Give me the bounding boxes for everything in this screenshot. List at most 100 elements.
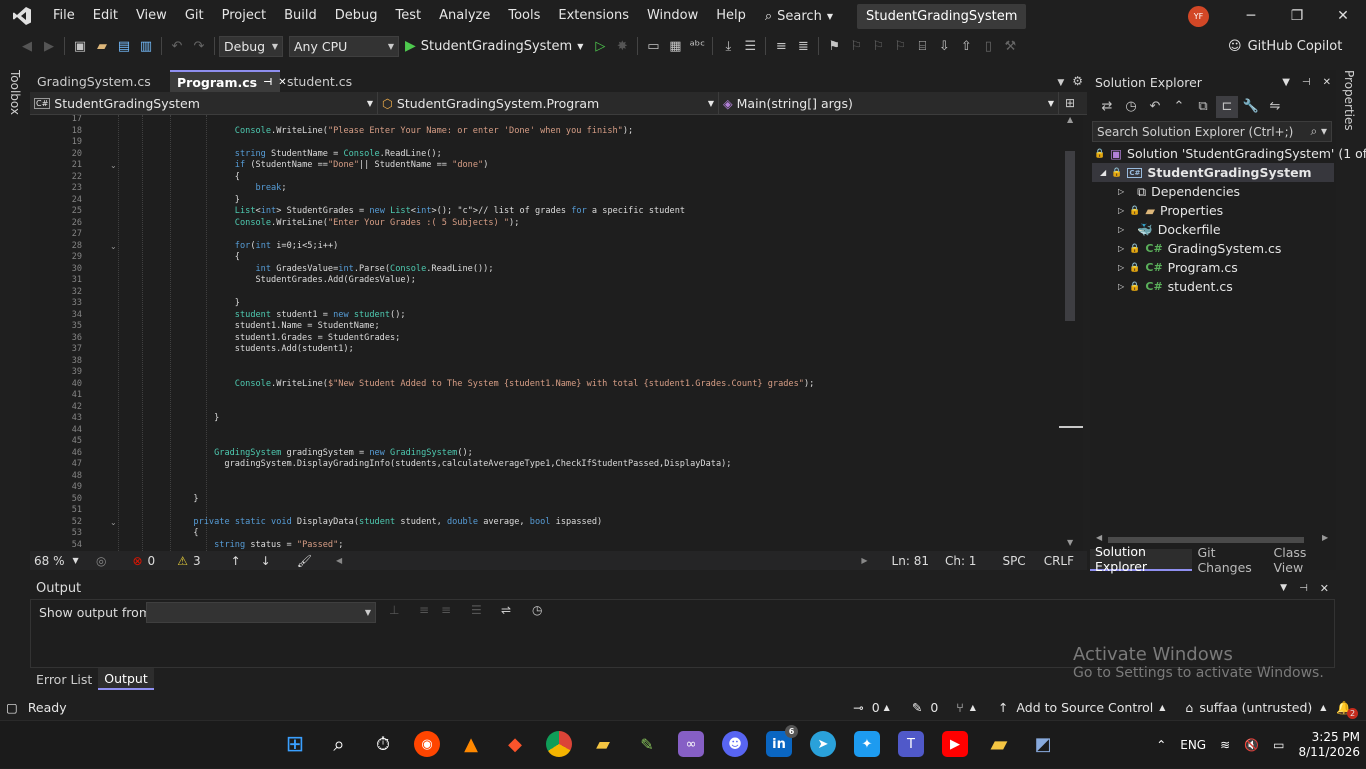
chrome-icon[interactable] (546, 731, 572, 757)
line-ending-indicator[interactable]: CRLF (1044, 554, 1074, 568)
close-icon[interactable]: ✕ (1320, 0, 1366, 32)
teams-icon[interactable]: T (898, 731, 924, 757)
notification-icon[interactable]: 🔔 2 (1336, 700, 1358, 719)
fold-chevron-icon[interactable]: ⌄ (110, 242, 117, 251)
menu-project[interactable]: Project (213, 0, 275, 32)
pin-icon[interactable]: ⊣ (1299, 583, 1308, 594)
timestamp-icon[interactable]: ◷ (532, 603, 542, 617)
history-icon[interactable]: ◷ (1120, 96, 1142, 118)
folder-icon[interactable]: ▭ (642, 35, 664, 57)
source-control-icon[interactable]: ↑ (998, 700, 1008, 715)
fold-chevron-icon[interactable]: ⌄ (110, 161, 117, 170)
minimize-icon[interactable]: ─ (1228, 0, 1274, 32)
visual-studio-icon[interactable]: ∞ (678, 731, 704, 757)
add-to-source-control[interactable]: Add to Source Control (1016, 700, 1153, 715)
tab-class-view[interactable]: Class View (1269, 545, 1337, 575)
previous-issue-icon[interactable]: ↑ (231, 554, 241, 568)
deploy-icon[interactable]: ⇩ (933, 35, 955, 57)
linkedin-icon[interactable]: in 6 (766, 725, 798, 757)
output-source-select[interactable]: ▼ (146, 602, 376, 623)
scroll-up-icon[interactable]: ▲ (1067, 115, 1073, 124)
tab-solution-explorer[interactable]: Solution Explorer (1090, 544, 1193, 574)
github-copilot-button[interactable]: ☺ GitHub Copilot (1228, 32, 1342, 60)
repo-label[interactable]: suffaa (untrusted) (1199, 700, 1312, 715)
chevron-up-icon[interactable]: ▲ (1159, 703, 1165, 712)
clock[interactable]: 3:25 PM 8/11/2026 (1298, 730, 1360, 760)
sync-icon[interactable]: ⇄ (1096, 96, 1118, 118)
error-icon[interactable]: ⊗ (132, 554, 142, 568)
tab-dropdown-icon[interactable]: ▼ (1053, 74, 1068, 92)
close-icon[interactable]: ✕ (1320, 582, 1329, 595)
tree-item-dockerfile[interactable]: ▷ 🐳 Dockerfile (1118, 220, 1221, 239)
solution-search-input[interactable]: Search Solution Explorer (Ctrl+;) ⌕ ▾ (1092, 121, 1332, 142)
file-icon[interactable]: ▯ (977, 35, 999, 57)
save-all-icon[interactable]: ▥ (135, 35, 157, 57)
prev-bookmark-icon[interactable]: ⚐ (845, 35, 867, 57)
layout-icon[interactable]: ▦ (664, 35, 686, 57)
scroll-left-icon[interactable]: ◀ (336, 556, 342, 565)
start-without-debugging-icon[interactable]: ▷ (589, 35, 611, 57)
configuration-select[interactable]: Debug ▼ (219, 35, 283, 57)
menu-help[interactable]: Help (707, 0, 755, 32)
find-message-icon[interactable]: ⊥ (389, 603, 399, 617)
language-indicator[interactable]: ENG (1180, 738, 1206, 752)
solution-node[interactable]: 🔒 ▣ Solution 'StudentGradingSystem' (1 o… (1094, 144, 1366, 163)
clear-all-icon[interactable]: ☰ (471, 603, 482, 617)
publish-icon[interactable]: ⇧ (955, 35, 977, 57)
chevron-up-icon[interactable]: ▲ (884, 703, 890, 712)
properties-icon[interactable]: 🔧 (1240, 96, 1262, 118)
chevron-down-icon[interactable]: ▼ (1282, 77, 1290, 88)
redo-icon[interactable]: ↷ (188, 35, 210, 57)
branch-icon[interactable]: ⑂ (956, 700, 964, 715)
member-select[interactable]: ◈ Main(string[] args) ▼ (719, 91, 1059, 115)
word-wrap-icon[interactable]: ⇌ (501, 603, 511, 617)
back-icon[interactable]: ◀ (16, 35, 38, 57)
menu-git[interactable]: Git (176, 0, 213, 32)
chevron-down-icon[interactable]: ▼ (1280, 583, 1287, 593)
fold-chevron-icon[interactable]: ⌄ (110, 518, 117, 527)
tab-program[interactable]: Program.cs ⊣ ✕ (170, 70, 287, 92)
settings-icon[interactable]: ⚙ (1068, 70, 1087, 92)
comment-icon[interactable]: ≡ (770, 35, 792, 57)
code-cleanup-icon[interactable]: 🖌 (297, 554, 312, 568)
discord-icon[interactable]: ☻ (722, 731, 748, 757)
wifi-icon[interactable]: ≋ (1220, 738, 1230, 752)
tab-git-changes[interactable]: Git Changes (1192, 545, 1268, 575)
scroll-left-icon[interactable]: ◀ (1096, 533, 1102, 542)
line-indicator[interactable]: Ln: 81 (892, 554, 929, 568)
tab-error-list[interactable]: Error List (30, 668, 98, 690)
previous-message-icon[interactable]: ≡ (419, 603, 429, 617)
commits-count[interactable]: 0 (872, 700, 880, 715)
notepad-icon[interactable]: ✎ (634, 731, 660, 757)
menu-file[interactable]: File (44, 0, 84, 32)
new-project-icon[interactable]: ▣ (69, 35, 91, 57)
tree-item-program[interactable]: ▷ 🔒 C# Program.cs (1118, 258, 1238, 277)
tree-item-gradingsystem[interactable]: ▷ 🔒 C# GradingSystem.cs (1118, 239, 1281, 258)
pencil-icon[interactable]: ✎ (912, 700, 922, 715)
menu-window[interactable]: Window (638, 0, 707, 32)
warning-count[interactable]: 3 (193, 554, 201, 568)
chevron-up-icon[interactable]: ▲ (1320, 703, 1326, 712)
menu-test[interactable]: Test (387, 0, 431, 32)
properties-tab[interactable]: Properties (1342, 70, 1356, 131)
volume-muted-icon[interactable]: 🔇 (1244, 738, 1259, 752)
editor-scrollbar[interactable]: ▲ ▼ (1059, 115, 1083, 551)
menu-tools[interactable]: Tools (499, 0, 549, 32)
open-folder-icon[interactable]: ▰ (91, 35, 113, 57)
bookmark-icon[interactable]: ⚑ (823, 35, 845, 57)
class-select[interactable]: ⬡ StudentGradingSystem.Program ▼ (378, 91, 719, 115)
tab-output[interactable]: Output (98, 668, 154, 690)
platform-select[interactable]: Any CPU ▼ (289, 35, 399, 57)
vlc-icon[interactable]: ▲ (458, 731, 484, 757)
back-icon[interactable]: ↶ (1144, 96, 1166, 118)
scroll-right-icon[interactable]: ▶ (861, 556, 867, 565)
commits-icon[interactable]: ⊸ (853, 700, 863, 715)
zoom-select[interactable]: 68 % ▼ (30, 554, 90, 568)
view-switch-icon[interactable]: ⊏ (1216, 95, 1238, 118)
restore-icon[interactable]: ❐ (1274, 0, 1320, 32)
whitespace-indicator[interactable]: SPC (1002, 554, 1025, 568)
visual-studio-logo-icon[interactable] (0, 0, 44, 32)
folder-app-icon[interactable]: ▰ (590, 731, 616, 757)
breakpoints-icon[interactable]: ☰ (739, 35, 761, 57)
scroll-right-icon[interactable]: ▶ (1322, 533, 1328, 542)
